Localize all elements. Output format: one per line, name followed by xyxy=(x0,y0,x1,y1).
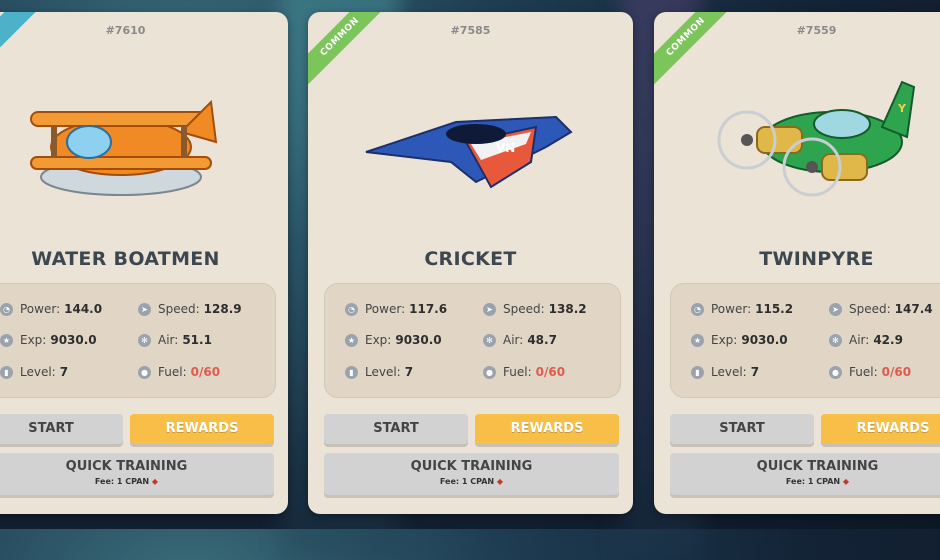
plane-name: WATER BOATMEN xyxy=(31,248,220,270)
stat-exp: ★ Exp: 9030.0 xyxy=(0,333,97,347)
start-button[interactable]: START xyxy=(0,414,123,444)
plane-name: TWINPYRE xyxy=(759,248,874,270)
stats-panel: ◔ Power: 115.2 ➤ Speed: 147.4 ★ Exp: 9030.0 ✻ A… xyxy=(670,283,940,398)
stat-exp: ★ Exp: 9030.0 xyxy=(345,333,442,347)
stat-level: ▮ Level: 7 xyxy=(691,365,759,379)
start-button[interactable]: START xyxy=(670,414,814,444)
power-gauge-icon: ◔ xyxy=(0,302,13,316)
card-id: #7585 xyxy=(450,24,491,37)
stat-fuel: ● Fuel: 0/60 xyxy=(829,365,911,379)
training-fee: Fee: 1 CPAN ◆ xyxy=(439,477,504,486)
exp-star-icon: ★ xyxy=(345,333,358,347)
plane-card: COMMON #7559 Y TWINPYRE ◔ Power: 115.2 ➤ Sp… xyxy=(654,12,940,514)
rewards-button[interactable]: REWARDS xyxy=(130,414,274,444)
stat-speed: ➤ Speed: 147.4 xyxy=(829,302,933,316)
cpan-token-icon: ◆ xyxy=(151,477,159,486)
speed-icon: ➤ xyxy=(138,302,151,316)
fuel-drop-icon: ● xyxy=(483,365,496,379)
rewards-button[interactable]: REWARDS xyxy=(821,414,940,444)
plane-name: CRICKET xyxy=(424,248,517,270)
power-gauge-icon: ◔ xyxy=(345,302,358,316)
cpan-token-icon: ◆ xyxy=(496,477,504,486)
training-fee: Fee: 1 CPAN ◆ xyxy=(785,477,850,486)
level-bars-icon: ▮ xyxy=(0,365,13,379)
air-fan-icon: ✻ xyxy=(138,333,151,347)
twin-prop-plane-image: Y xyxy=(702,72,932,212)
stat-exp: ★ Exp: 9030.0 xyxy=(691,333,788,347)
stat-power: ◔ Power: 144.0 xyxy=(0,302,102,316)
speed-icon: ➤ xyxy=(829,302,842,316)
stat-level: ▮ Level: 7 xyxy=(0,365,68,379)
air-fan-icon: ✻ xyxy=(829,333,842,347)
fuel-drop-icon: ● xyxy=(829,365,842,379)
stat-speed: ➤ Speed: 138.2 xyxy=(483,302,587,316)
quick-training-button[interactable]: QUICK TRAINING Fee: 1 CPAN ◆ xyxy=(324,453,619,495)
card-id: #7559 xyxy=(796,24,837,37)
stat-level: ▮ Level: 7 xyxy=(345,365,413,379)
quick-training-label: QUICK TRAINING xyxy=(410,459,533,474)
level-bars-icon: ▮ xyxy=(691,365,704,379)
air-fan-icon: ✻ xyxy=(483,333,496,347)
level-bars-icon: ▮ xyxy=(345,365,358,379)
card-id: #7610 xyxy=(105,24,146,37)
fuel-drop-icon: ● xyxy=(138,365,151,379)
rewards-button[interactable]: REWARDS xyxy=(475,414,619,444)
seaplane-image xyxy=(11,72,241,212)
stat-power: ◔ Power: 115.2 xyxy=(691,302,793,316)
quick-training-button[interactable]: QUICK TRAINING Fee: 1 CPAN ◆ xyxy=(0,453,274,495)
svg-text:VN: VN xyxy=(496,141,515,155)
stat-fuel: ● Fuel: 0/60 xyxy=(483,365,565,379)
plane-card: COMMON #7585 VN CRICKET ◔ Power: 117.6 ➤ Sp… xyxy=(308,12,633,514)
quick-training-label: QUICK TRAINING xyxy=(756,459,879,474)
power-gauge-icon: ◔ xyxy=(691,302,704,316)
svg-text:Y: Y xyxy=(897,102,907,115)
stat-fuel: ● Fuel: 0/60 xyxy=(138,365,220,379)
plane-card: #7610 WATER BOATMEN ◔ Power: 144.0 ➤ Speed:… xyxy=(0,12,288,514)
stat-air: ✻ Air: 42.9 xyxy=(829,333,903,347)
stat-speed: ➤ Speed: 128.9 xyxy=(138,302,242,316)
speed-icon: ➤ xyxy=(483,302,496,316)
quick-training-button[interactable]: QUICK TRAINING Fee: 1 CPAN ◆ xyxy=(670,453,940,495)
stat-air: ✻ Air: 51.1 xyxy=(138,333,212,347)
exp-star-icon: ★ xyxy=(0,333,13,347)
stat-air: ✻ Air: 48.7 xyxy=(483,333,557,347)
stat-power: ◔ Power: 117.6 xyxy=(345,302,447,316)
stats-panel: ◔ Power: 117.6 ➤ Speed: 138.2 ★ Exp: 9030.0 ✻ A… xyxy=(324,283,621,398)
jet-image: VN xyxy=(356,72,586,212)
stats-panel: ◔ Power: 144.0 ➤ Speed: 128.9 ★ Exp: 9030.0 ✻ A… xyxy=(0,283,276,398)
exp-star-icon: ★ xyxy=(691,333,704,347)
cpan-token-icon: ◆ xyxy=(842,477,850,486)
start-button[interactable]: START xyxy=(324,414,468,444)
training-fee: Fee: 1 CPAN ◆ xyxy=(94,477,159,486)
quick-training-label: QUICK TRAINING xyxy=(65,459,188,474)
